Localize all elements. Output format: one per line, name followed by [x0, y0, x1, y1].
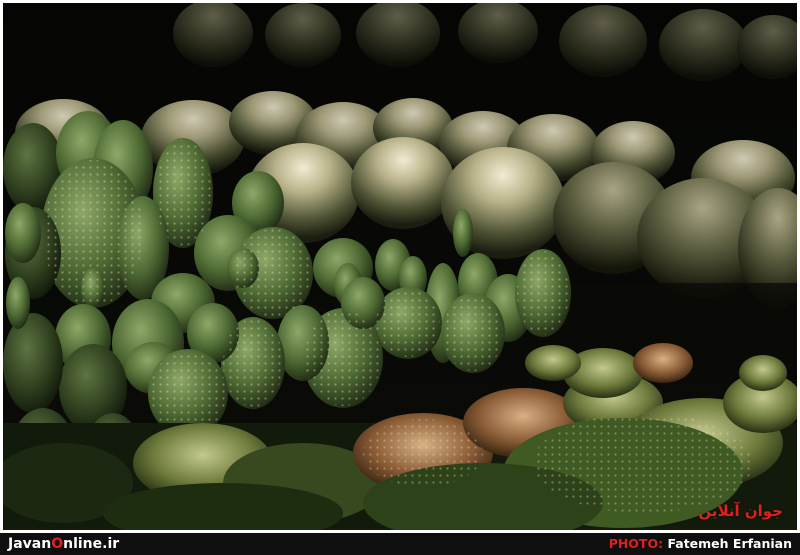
cactus-photo: جوان آنلاین: [3, 3, 797, 530]
cactus-scene: [3, 3, 797, 530]
site-name[interactable]: JavanOnline.ir: [8, 535, 119, 553]
site-name-part1: Javan: [8, 536, 52, 552]
site-name-o: O: [51, 536, 64, 552]
site-name-part2: nline.ir: [63, 536, 120, 552]
caption-bar: JavanOnline.ir PHOTO: Fatemeh Erfanian: [0, 533, 800, 555]
photo-label: PHOTO:: [608, 536, 664, 551]
image-frame: جوان آنلاین: [0, 0, 800, 555]
photographer-name: Fatemeh Erfanian: [667, 536, 792, 551]
watermark-logo: جوان آنلاین: [698, 502, 783, 520]
photo-credit: PHOTO: Fatemeh Erfanian: [609, 535, 792, 553]
